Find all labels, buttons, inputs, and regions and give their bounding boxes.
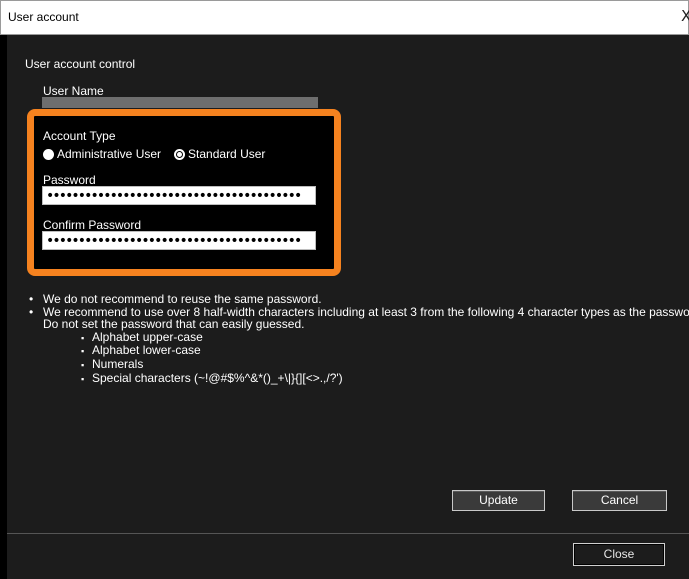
radio-standard-user[interactable]: Standard User [174,147,265,161]
user-name-label: User Name [43,84,104,98]
cancel-button-label: Cancel [600,493,639,507]
password-value: •••••••••••••••••••••••••••••••••••••••• [46,188,302,204]
section-title: User account control [25,57,136,71]
password-recommendations: • We do not recommend to reuse the same p… [29,293,689,385]
account-type-label: Account Type [43,129,116,143]
char-type-item: ▪ Alphabet lower-case [81,343,201,358]
update-button-label: Update [479,493,518,507]
user-name-field[interactable] [42,97,318,108]
char-type-item: ▪ Alphabet upper-case [81,329,203,344]
radio-unselected-icon [43,148,54,160]
dialog-content: User account control User Name Account T… [7,35,689,535]
user-account-dialog: User account X User account control User… [0,0,689,579]
update-button[interactable]: Update [452,490,545,511]
title-bar: User account X [0,0,689,35]
dialog-footer: Close [7,534,689,579]
window-title: User account [8,10,79,24]
char-type-item: ▪ Special characters (~!@#$%^&*()_+\|}{][… [81,370,343,385]
password-label: Password [43,173,96,187]
radio-administrative-user[interactable]: Administrative User [43,147,161,161]
password-input[interactable]: •••••••••••••••••••••••••••••••••••••••• [42,186,316,205]
radio-selected-icon [174,148,186,160]
confirm-password-value: •••••••••••••••••••••••••••••••••••••••• [46,233,302,249]
confirm-password-input[interactable]: •••••••••••••••••••••••••••••••••••••••• [42,231,316,250]
close-button[interactable]: Close [573,543,665,566]
char-type-item: ▪ Numerals [81,356,144,371]
radio-label: Administrative User [57,147,162,161]
confirm-password-label: Confirm Password [43,218,142,232]
cancel-button[interactable]: Cancel [572,490,667,511]
close-icon[interactable]: X [681,7,689,25]
account-type-radio-group: Administrative User Standard User [43,147,265,161]
radio-label: Standard User [188,147,266,161]
